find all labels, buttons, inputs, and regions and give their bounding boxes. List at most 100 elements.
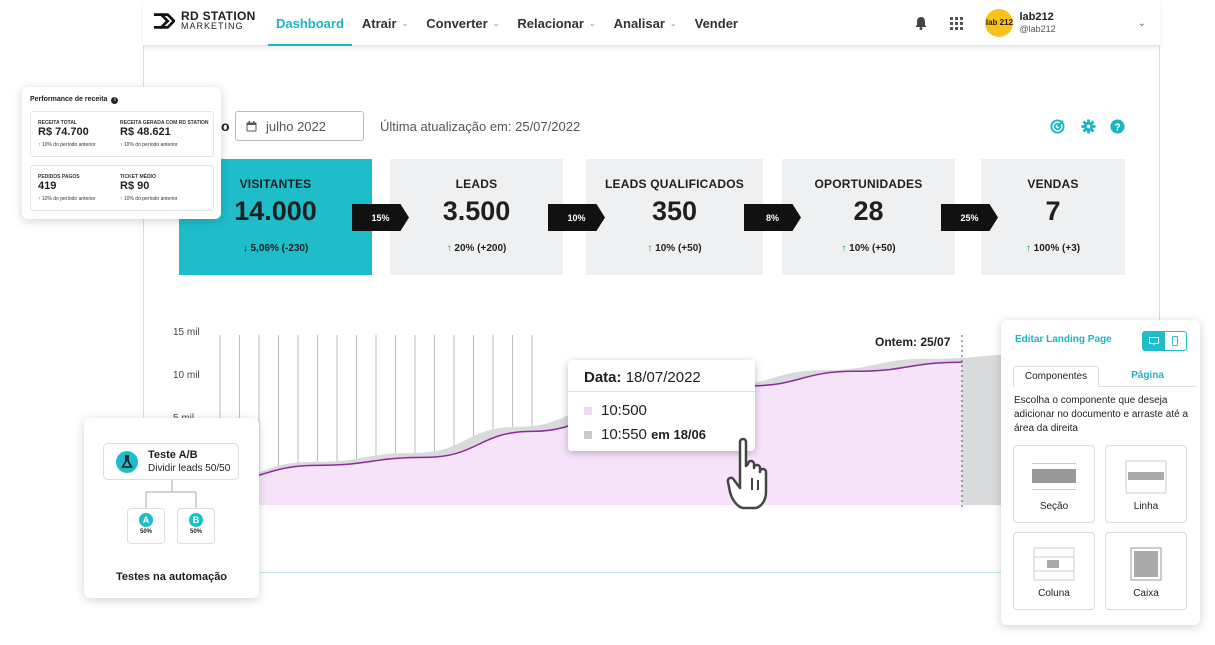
- legend-swatch-previous: [584, 431, 592, 439]
- nav-atrair[interactable]: Atrair ⌄: [362, 0, 408, 46]
- arrow-up-icon: ↑: [647, 243, 653, 254]
- info-icon[interactable]: i: [111, 97, 119, 104]
- arrow-up-icon: ↑: [446, 243, 452, 254]
- tab-pagina[interactable]: Página: [1099, 366, 1196, 387]
- metric-note-text: 10% do período anterior: [123, 142, 178, 148]
- ab-branch-b[interactable]: B 50%: [177, 508, 215, 544]
- metric-value: R$ 48.621: [120, 126, 171, 138]
- component-label: Coluna: [1038, 588, 1070, 599]
- desktop-icon[interactable]: [1143, 332, 1165, 350]
- kpi-change-value: 10% (+50): [655, 243, 702, 254]
- user-info[interactable]: lab212 @lab212: [1019, 11, 1055, 35]
- nav-label: Dashboard: [276, 15, 344, 31]
- month-picker[interactable]: julho 2022: [235, 111, 364, 141]
- kpi-change-value: 5,06% (-230): [250, 243, 309, 254]
- top-navigation-bar: RD STATION MARKETING Dashboard Atrair ⌄ C…: [143, 0, 1160, 46]
- nav-relacionar[interactable]: Relacionar ⌄: [517, 0, 595, 46]
- kpi-change-value: 100% (+3): [1033, 243, 1081, 254]
- ab-branch-a[interactable]: A 50%: [127, 508, 165, 544]
- device-toggle: [1142, 331, 1187, 351]
- tab-componentes[interactable]: Componentes: [1013, 366, 1099, 387]
- tooltip-current-value: 10:500: [601, 402, 647, 419]
- conversion-rate-arrow: 8%: [744, 204, 801, 231]
- column-component-icon: [1033, 547, 1075, 581]
- help-icon[interactable]: ?: [1110, 119, 1125, 134]
- ab-test-subtitle: Dividir leads 50/50: [148, 463, 231, 474]
- nav-label: Vender: [694, 15, 738, 31]
- calendar-icon: [246, 120, 257, 131]
- last-update-text: Última atualização em: 25/07/2022: [380, 119, 581, 134]
- metric-note-text: 10% do período anterior: [41, 196, 96, 202]
- tooltip-previous-value: 10:550: [601, 426, 647, 443]
- revenue-card-title-text: Performance de receita: [30, 96, 108, 103]
- today-marker-label: Ontem: 25/07: [875, 335, 951, 349]
- month-value: julho 2022: [266, 118, 326, 134]
- apps-grid-icon[interactable]: [950, 16, 964, 30]
- editor-title: Editar Landing Page: [1015, 334, 1112, 345]
- revenue-card-title: Performance de receita i: [30, 96, 119, 104]
- nav-label: Atrair: [361, 15, 397, 31]
- mobile-icon[interactable]: [1165, 332, 1187, 350]
- kpi-change-value: 20% (+200): [454, 243, 507, 254]
- branch-percent: 50%: [139, 529, 152, 535]
- brand-line-1: RD STATION: [181, 9, 256, 23]
- avatar[interactable]: lab 212: [985, 9, 1014, 37]
- arrow-down-icon: ↓: [242, 243, 248, 254]
- kpi-label: OPORTUNIDADES: [814, 177, 923, 191]
- nav-label: Converter: [426, 15, 488, 31]
- nav-converter[interactable]: Converter ⌄: [426, 0, 499, 46]
- kpi-vendas[interactable]: VENDAS 7 ↑ 100% (+3): [981, 159, 1125, 275]
- landing-page-editor-card: Editar Landing Page Componentes Página E…: [1001, 320, 1200, 625]
- ab-card-footer: Testes na automação: [115, 571, 228, 583]
- chevron-down-icon: ⌄: [588, 18, 596, 28]
- legend-swatch-current: [584, 407, 592, 415]
- chevron-down-icon: ⌄: [492, 18, 500, 28]
- nav-label: Analisar: [613, 15, 665, 31]
- nav-analisar[interactable]: Analisar ⌄: [614, 0, 677, 46]
- ab-branch-lines: [145, 480, 197, 508]
- nav-label: Relacionar: [517, 15, 584, 31]
- component-linha[interactable]: Linha: [1105, 445, 1187, 523]
- bell-icon[interactable]: [914, 16, 928, 30]
- metric-value: R$ 90: [120, 180, 150, 192]
- revenue-metric: PEDIDOS PAGOS 419 ↑ 10% do período anter…: [38, 174, 96, 202]
- component-coluna[interactable]: Coluna: [1013, 532, 1095, 610]
- conversion-rate-arrow: 10%: [548, 204, 605, 231]
- kpi-change: ↑ 10% (+50): [782, 243, 955, 254]
- svg-text:?: ?: [1114, 122, 1120, 133]
- tooltip-date: 18/07/2022: [625, 369, 701, 386]
- metric-note-text: 10% do período anterior: [41, 142, 96, 148]
- revenue-metric: RECEITA TOTAL R$ 74.700 ↑ 10% do período…: [38, 120, 96, 148]
- chevron-down-icon[interactable]: ⌄: [1138, 18, 1146, 29]
- target-icon[interactable]: [1050, 119, 1065, 134]
- kpi-leads[interactable]: LEADS 3.500 ↑ 20% (+200): [390, 159, 563, 275]
- main-nav: Dashboard Atrair ⌄ Converter ⌄ Relacionar ⌄…: [268, 0, 756, 46]
- row-component-icon: [1125, 460, 1167, 494]
- gear-icon[interactable]: [1081, 119, 1096, 134]
- chevron-down-icon: ⌄: [401, 18, 409, 28]
- component-caixa[interactable]: Caixa: [1105, 532, 1187, 610]
- kpi-oportunidades[interactable]: OPORTUNIDADES 28 ↑ 10% (+50): [782, 159, 955, 275]
- metric-note: ↑ 10% do período anterior: [38, 196, 96, 202]
- kpi-change: ↑ 20% (+200): [390, 243, 563, 254]
- conversion-rate-arrow: 15%: [352, 204, 409, 231]
- period-prefix: o: [221, 118, 230, 134]
- component-label: Seção: [1039, 501, 1069, 512]
- branch-letter-badge: B: [189, 513, 203, 527]
- box-component-icon: [1130, 547, 1162, 581]
- nav-dashboard[interactable]: Dashboard: [268, 0, 352, 46]
- kpi-value: 3.500: [442, 196, 511, 226]
- kpi-change: ↑ 10% (+50): [586, 243, 763, 254]
- component-label: Linha: [1133, 501, 1159, 512]
- kpi-change: ↑ 100% (+3): [981, 243, 1125, 254]
- rd-logo-icon: [153, 13, 175, 29]
- ab-test-node[interactable]: Teste A/B Dividir leads 50/50: [103, 443, 239, 480]
- kpi-leads-qualificados[interactable]: LEADS QUALIFICADOS 350 ↑ 10% (+50): [586, 159, 763, 275]
- editor-description: Escolha o componente que deseja adiciona…: [1014, 395, 1188, 434]
- nav-vender[interactable]: Vender: [695, 0, 738, 46]
- component-secao[interactable]: Seção: [1013, 445, 1095, 523]
- rd-station-logo[interactable]: RD STATION MARKETING: [153, 9, 256, 31]
- metric-note: ↑ 10% do período anterior: [120, 196, 178, 202]
- metric-note: ↑ 10% do período anterior: [120, 142, 178, 148]
- metric-note: ↑ 10% do período anterior: [38, 142, 96, 148]
